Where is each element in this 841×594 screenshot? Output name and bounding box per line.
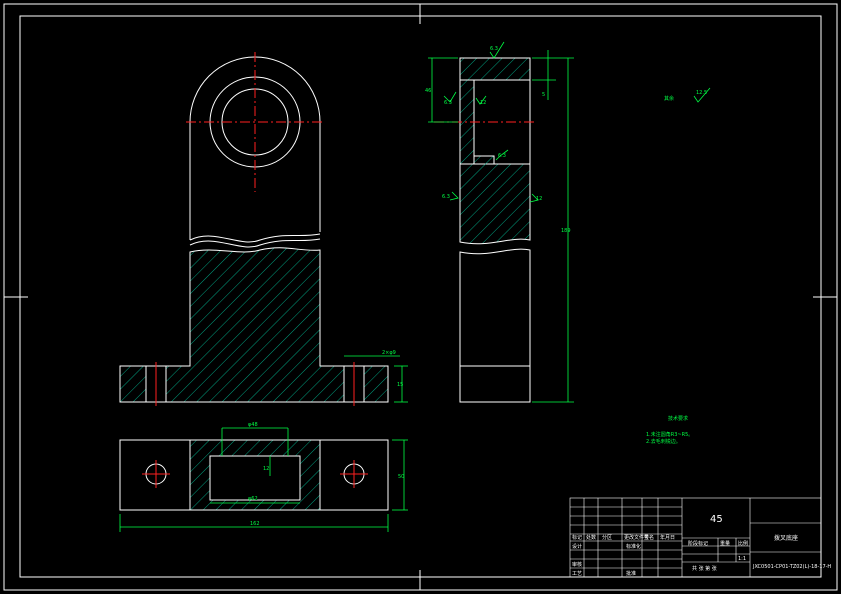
- svg-text:1:1: 1:1: [738, 556, 746, 562]
- part-name: 拨叉底座: [774, 534, 798, 542]
- front-view: 2×φ9 15: [119, 52, 408, 406]
- svg-text:工艺: 工艺: [572, 571, 582, 577]
- roughness-2: 6.3: [444, 100, 452, 106]
- dim-top-height: 50: [398, 474, 404, 480]
- cad-drawing: 2×φ9 15 φ48 12 φ62 50 162 46 5 189 6.3 6…: [3, 3, 838, 591]
- roughness-6: 12: [536, 196, 542, 202]
- side-view: 46 5 189 6.3 6.3 12 6.3 6.3 12: [425, 41, 574, 403]
- svg-text:比例: 比例: [738, 540, 748, 547]
- svg-text:1.未注圆角R3~R5。: 1.未注圆角R3~R5。: [646, 431, 693, 438]
- dim-base-height: 15: [397, 382, 403, 388]
- dim-inner-depth: 12: [263, 466, 269, 472]
- svg-text:签名: 签名: [644, 534, 654, 541]
- svg-text:批准: 批准: [626, 570, 636, 577]
- svg-text:设计: 设计: [572, 543, 582, 550]
- dim-side-small: 5: [542, 92, 545, 98]
- dim-hole: 2×φ9: [382, 350, 396, 356]
- svg-text:处数: 处数: [586, 534, 596, 541]
- svg-text:年月日: 年月日: [660, 534, 675, 541]
- dim-inner-top: φ48: [248, 422, 258, 428]
- other-roughness-note: 其余 12.5: [664, 87, 711, 103]
- svg-text:阶段标记: 阶段标记: [688, 540, 708, 547]
- title-block: 45 拨叉底座 JXC0501-CP01-TZ02(L)-18-17-H 标记 …: [569, 497, 831, 578]
- svg-text:共 张 第 张: 共 张 第 张: [692, 565, 717, 572]
- svg-text:12.5: 12.5: [696, 90, 707, 96]
- drawing-number: JXC0501-CP01-TZ02(L)-18-17-H: [752, 564, 831, 570]
- roughness-1: 6.3: [490, 46, 498, 52]
- dim-top-overall: 162: [250, 521, 260, 527]
- svg-text:重量: 重量: [720, 540, 730, 547]
- svg-text:标记: 标记: [572, 534, 582, 541]
- top-view: φ48 12 φ62 50 162: [119, 422, 408, 532]
- svg-text:技术要求: 技术要求: [668, 415, 688, 422]
- material: 45: [710, 514, 723, 525]
- roughness-3: 12: [480, 100, 486, 106]
- dim-inner-bottom: φ62: [248, 496, 258, 502]
- roughness-4: 6.3: [498, 153, 506, 159]
- dim-side-total: 189: [561, 228, 571, 234]
- svg-text:其余: 其余: [664, 95, 674, 102]
- svg-text:标准化: 标准化: [626, 543, 641, 550]
- outer-border: [3, 3, 838, 591]
- svg-text:分区: 分区: [602, 534, 612, 541]
- inner-border: [19, 15, 822, 578]
- roughness-5: 6.3: [442, 194, 450, 200]
- svg-text:审核: 审核: [572, 561, 582, 568]
- dim-side-upper: 46: [425, 88, 431, 94]
- technical-requirements: 技术要求 1.未注圆角R3~R5。 2.去毛刺锐边。: [646, 415, 693, 445]
- svg-text:2.去毛刺锐边。: 2.去毛刺锐边。: [646, 438, 681, 445]
